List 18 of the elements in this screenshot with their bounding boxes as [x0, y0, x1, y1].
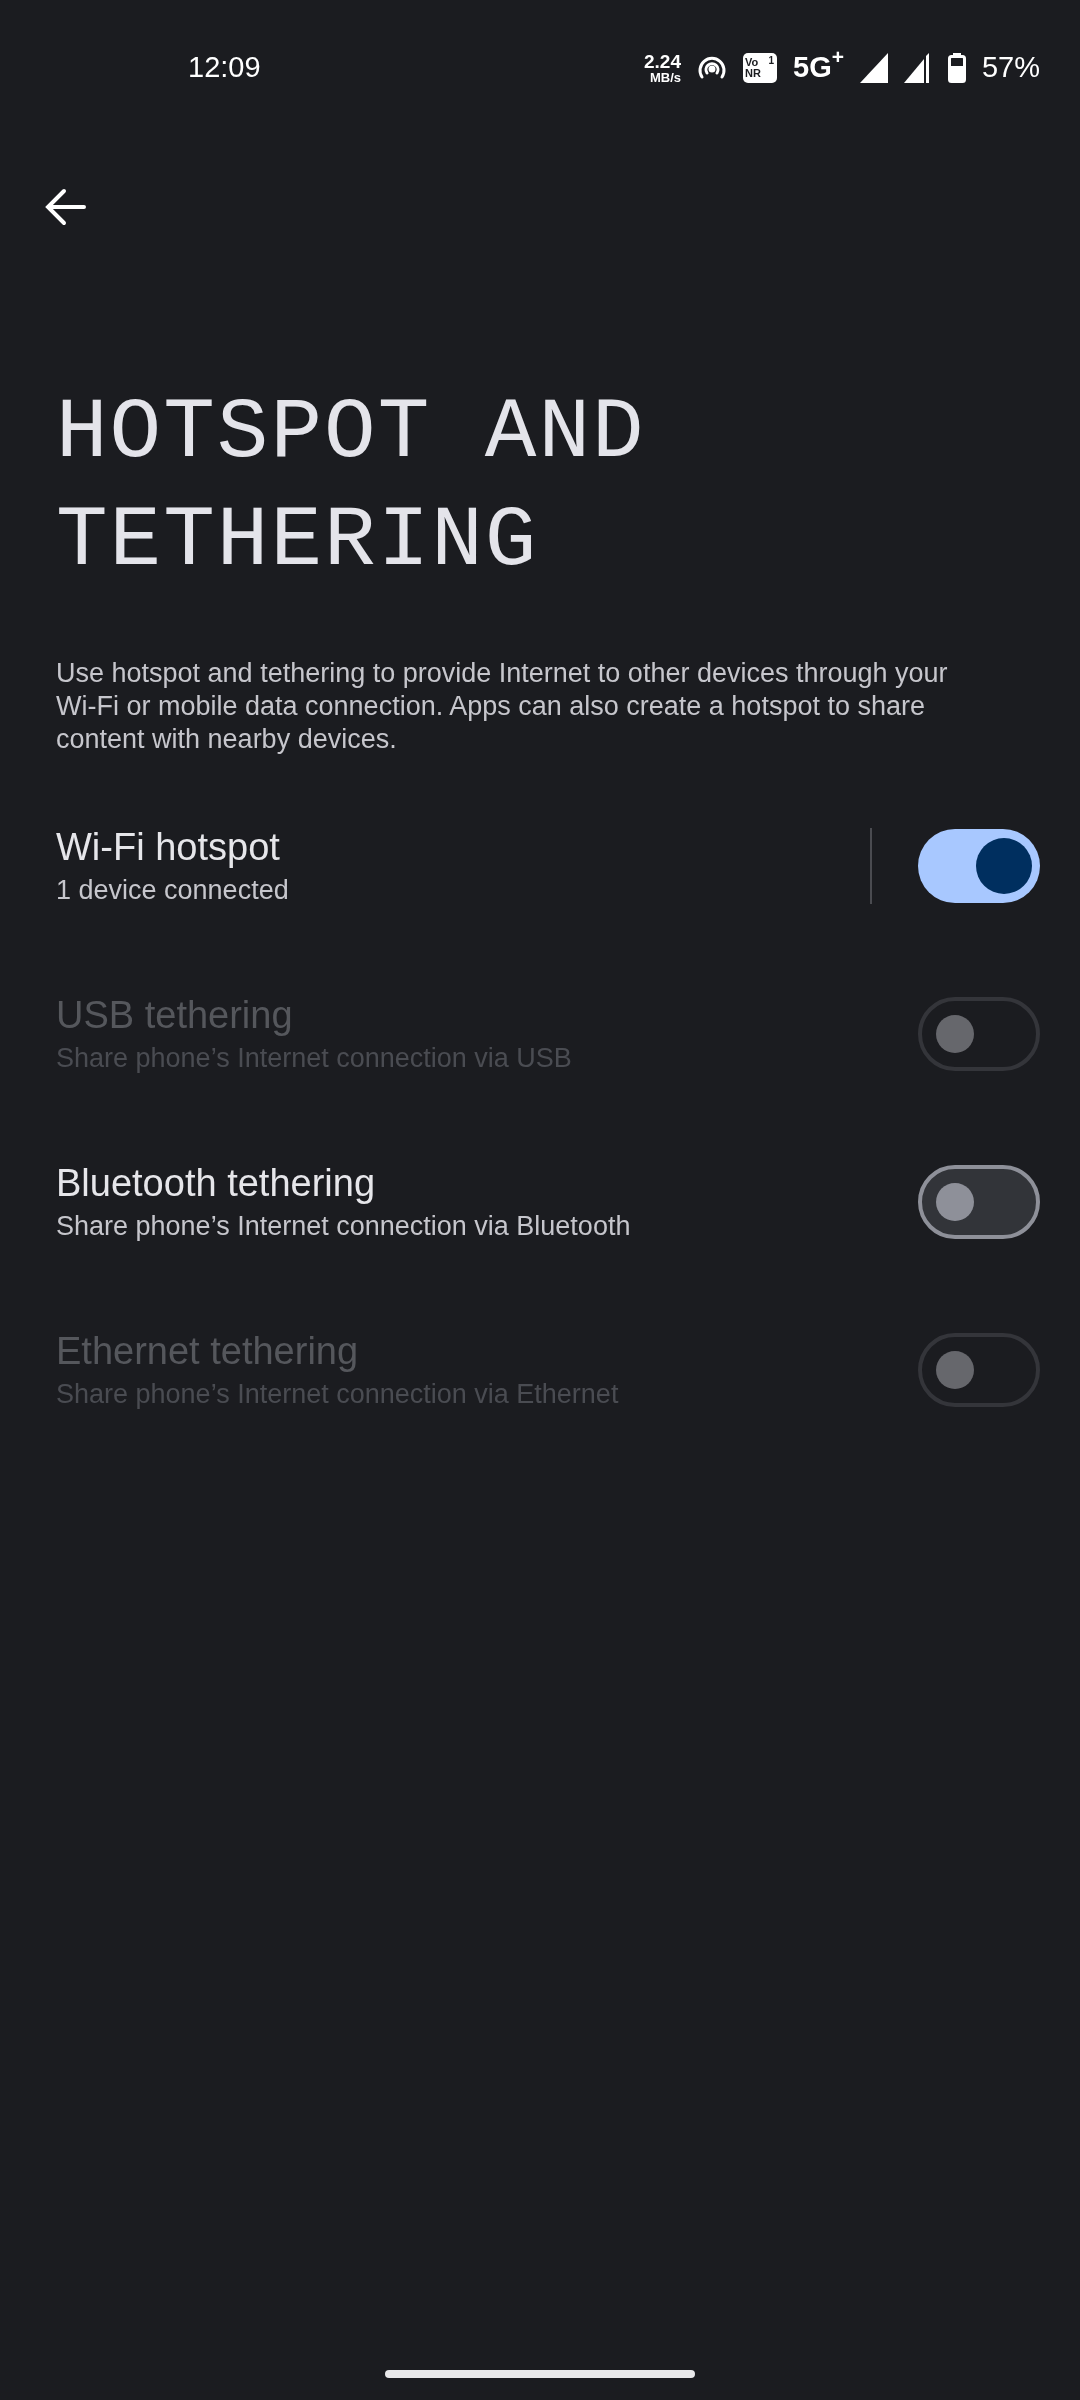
- battery-percent: 57%: [981, 51, 1040, 84]
- clock: 12:09: [188, 51, 261, 84]
- description: Use hotspot and tethering to provide Internet to other devices through your Wi-Fi or mobile data connection. Apps can also create a hotspot to share content with nearby devices.: [56, 657, 949, 756]
- speed-value: 2.24: [644, 51, 681, 71]
- setting-title: Bluetooth tethering: [56, 1162, 376, 1205]
- page-title: HOTSPOT AND TETHERING: [56, 383, 647, 592]
- battery-icon: [947, 52, 966, 83]
- vonr-badge: Vo NR 1: [743, 52, 777, 83]
- network-type: 5G+: [793, 51, 844, 84]
- speed-unit: MB/s: [649, 70, 681, 84]
- setting-title: Wi-Fi hotspot: [56, 826, 281, 869]
- setting-subtitle: 1 device connected: [56, 875, 290, 906]
- hotspot-icon: [697, 54, 727, 81]
- signal-icon: [859, 52, 888, 83]
- setting-title: Ethernet tethering: [56, 1330, 360, 1373]
- setting-subtitle: Share phone’s Internet connection via Bluetooth: [56, 1211, 632, 1242]
- signal-icon: [903, 52, 932, 83]
- setting-title: USB tethering: [56, 994, 294, 1037]
